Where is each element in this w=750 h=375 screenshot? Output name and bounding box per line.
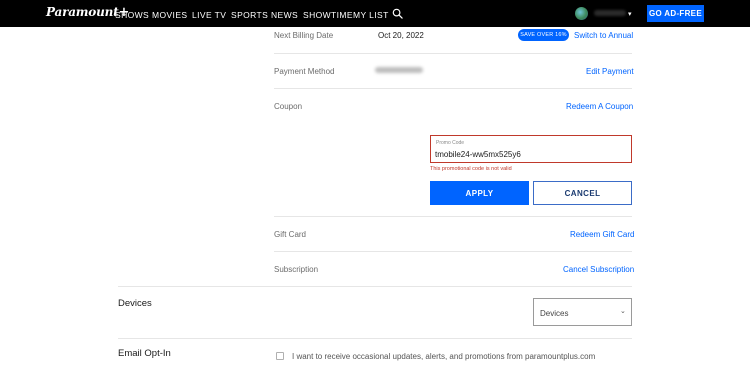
devices-select[interactable]: Devices ⌄: [533, 298, 632, 326]
promo-code-input[interactable]: [435, 148, 625, 160]
profile-name-redacted[interactable]: [594, 10, 626, 16]
email-optin-label: I want to receive occasional updates, al…: [292, 352, 596, 361]
email-optin-checkbox[interactable]: [276, 352, 284, 360]
next-billing-date-value: Oct 20, 2022: [378, 31, 424, 40]
edit-payment-link[interactable]: Edit Payment: [586, 67, 634, 76]
redeem-gift-card-link[interactable]: Redeem Gift Card: [570, 230, 634, 239]
profile-menu-caret-icon[interactable]: ▾: [628, 10, 632, 18]
divider: [274, 53, 632, 54]
subscription-label: Subscription: [274, 265, 319, 274]
devices-select-value: Devices: [540, 309, 569, 318]
divider: [274, 216, 632, 217]
coupon-label: Coupon: [274, 102, 303, 111]
promo-code-field[interactable]: Promo Code: [430, 135, 632, 163]
cancel-subscription-link[interactable]: Cancel Subscription: [563, 265, 634, 274]
apply-button[interactable]: APPLY: [430, 181, 529, 205]
gift-card-label: Gift Card: [274, 230, 307, 239]
devices-section-title: Devices: [118, 298, 152, 309]
switch-to-annual-link[interactable]: Switch to Annual: [574, 31, 633, 40]
search-icon[interactable]: [392, 8, 403, 19]
profile-avatar[interactable]: [575, 7, 588, 20]
nav-showtime[interactable]: SHOWTIME: [303, 10, 353, 20]
nav-shows[interactable]: SHOWS: [115, 10, 149, 20]
next-billing-date-label: Next Billing Date: [274, 31, 334, 40]
nav-news[interactable]: NEWS: [271, 10, 298, 20]
save-badge: SAVE OVER 16%: [518, 29, 569, 41]
nav-movies[interactable]: MOVIES: [152, 10, 187, 20]
nav-sports[interactable]: SPORTS: [231, 10, 268, 20]
nav-live-tv[interactable]: LIVE TV: [192, 10, 226, 20]
go-ad-free-button[interactable]: GO AD-FREE: [647, 5, 704, 22]
payment-method-label: Payment Method: [274, 67, 335, 76]
cancel-button[interactable]: CANCEL: [533, 181, 632, 205]
top-navigation-bar: Paramount+ SHOWS MOVIES LIVE TV SPORTS N…: [0, 0, 750, 27]
section-divider: [118, 286, 632, 287]
logo-text: Paramount: [46, 5, 119, 19]
divider: [274, 251, 632, 252]
promo-code-error: This promotional code is not valid: [430, 166, 512, 172]
chevron-down-icon: ⌄: [620, 308, 626, 315]
section-divider: [118, 338, 632, 339]
nav-my-list[interactable]: MY LIST: [353, 10, 389, 20]
redeem-coupon-link[interactable]: Redeem A Coupon: [566, 102, 633, 111]
email-optin-section-title: Email Opt-In: [118, 348, 171, 359]
divider: [274, 88, 632, 89]
payment-method-redacted: [375, 67, 423, 73]
promo-code-field-label: Promo Code: [436, 140, 465, 146]
